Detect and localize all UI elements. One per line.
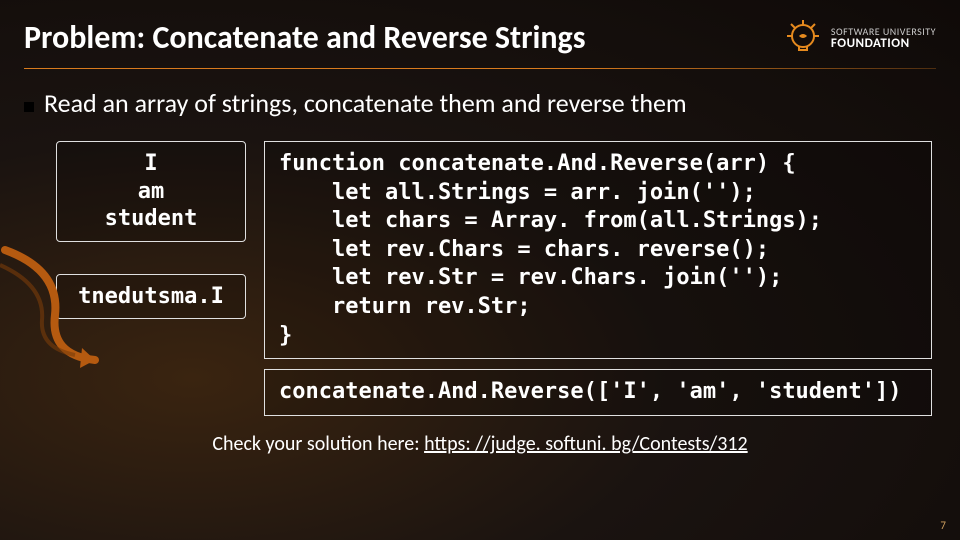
code-block: function concatenate.And.Reverse(arr) { … xyxy=(264,141,932,359)
footer-prefix: Check your solution here: xyxy=(212,432,424,456)
brand-logo: SOFTWARE UNIVERSITY FOUNDATION xyxy=(783,18,936,58)
solution-link[interactable]: https: //judge. softuni. bg/Contests/312 xyxy=(424,432,748,456)
logo-line1: SOFTWARE UNIVERSITY xyxy=(831,27,936,37)
logo-line2: FOUNDATION xyxy=(831,37,936,50)
slide-title: Problem: Concatenate and Reverse Strings xyxy=(24,18,585,57)
bullet-marker xyxy=(24,102,34,112)
lightbulb-icon xyxy=(783,18,823,58)
example-output-box: tnedutsma.I xyxy=(56,274,246,320)
example-input-box: I am student xyxy=(56,141,246,242)
page-number: 7 xyxy=(940,519,946,532)
footer-note: Check your solution here: https: //judge… xyxy=(0,432,960,456)
bullet-text: Read an array of strings, concatenate th… xyxy=(44,87,687,119)
invocation-block: concatenate.And.Reverse(['I', 'am', 'stu… xyxy=(264,369,932,416)
